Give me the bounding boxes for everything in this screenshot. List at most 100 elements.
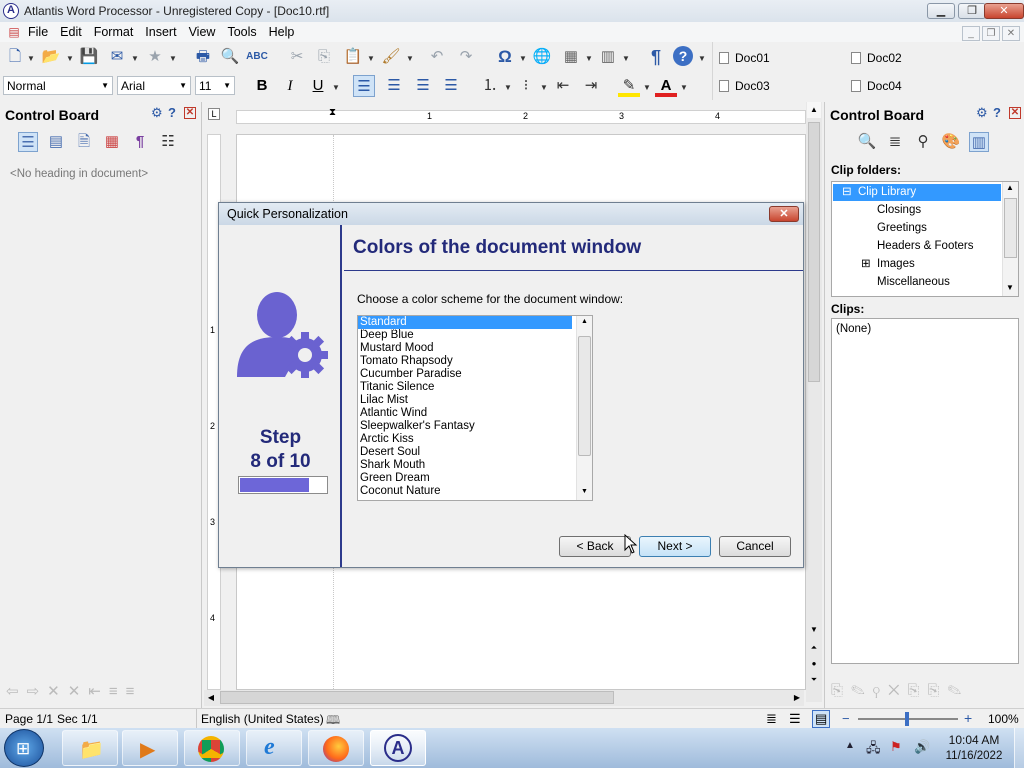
- zoom-slider-thumb[interactable]: [905, 712, 909, 726]
- help-icon[interactable]: ?: [993, 105, 1001, 120]
- outline-view-icon[interactable]: ▤: [46, 132, 66, 152]
- mdi-close-button[interactable]: ✕: [1002, 26, 1020, 41]
- show-formatting-icon[interactable]: ¶: [645, 46, 667, 68]
- clock-date[interactable]: 11/16/2022: [942, 750, 1006, 762]
- color-scheme-option[interactable]: Desert Soul: [358, 446, 572, 459]
- tree-item-closings[interactable]: Closings: [877, 202, 921, 218]
- taskbar-firefox[interactable]: [308, 730, 364, 766]
- color-scheme-option[interactable]: Arctic Kiss: [358, 433, 572, 446]
- favorites-star-icon[interactable]: ★: [144, 46, 166, 68]
- binoculars-icon[interactable]: ⚲: [913, 132, 933, 152]
- listbox-scroll-thumb[interactable]: [578, 336, 591, 456]
- tree-scroll-thumb[interactable]: [1004, 198, 1017, 258]
- color-scheme-option[interactable]: Atlantic Wind: [358, 407, 572, 420]
- tree-expander-icon[interactable]: ⊞: [861, 256, 871, 272]
- taskbar-explorer[interactable]: 📁: [62, 730, 118, 766]
- insert-table-icon[interactable]: ▦: [560, 46, 582, 68]
- doc-menu-icon[interactable]: ▤: [4, 22, 24, 42]
- bulleted-list-dropdown-arrow[interactable]: ▼: [540, 83, 548, 92]
- align-center-icon[interactable]: ☰: [383, 75, 405, 97]
- mdi-restore-button[interactable]: ❐: [982, 26, 1000, 41]
- show-desktop-button[interactable]: [1014, 728, 1024, 768]
- bulleted-list-icon[interactable]: ⁝: [515, 75, 537, 97]
- start-button[interactable]: ⊞: [4, 729, 44, 767]
- align-right-icon[interactable]: ☰: [412, 75, 434, 97]
- taskbar-atlantis[interactable]: A: [370, 730, 426, 766]
- tree-scroll-down-arrow[interactable]: ▼: [1006, 283, 1014, 292]
- taskbar-chrome[interactable]: [184, 730, 240, 766]
- tree-item-images[interactable]: Images: [877, 256, 915, 272]
- table-dropdown-arrow[interactable]: ▼: [585, 54, 593, 63]
- next-button[interactable]: Next >: [639, 536, 711, 557]
- listbox-scroll-down-arrow[interactable]: ▼: [581, 488, 588, 495]
- gear-icon[interactable]: ⚙: [976, 105, 988, 121]
- color-scheme-option[interactable]: Deep Blue: [358, 329, 572, 342]
- color-scheme-option[interactable]: Green Dream: [358, 472, 572, 485]
- decrease-indent-icon[interactable]: ⇤: [552, 75, 574, 97]
- action-center-icon[interactable]: ⚑: [890, 739, 902, 755]
- listbox-scroll-up-arrow[interactable]: ▲: [581, 318, 588, 325]
- tab-type-selector[interactable]: L: [208, 108, 220, 120]
- symbol-dropdown-arrow[interactable]: ▼: [519, 54, 527, 63]
- tree-item-clip-library[interactable]: Clip Library: [858, 184, 916, 200]
- headings-view-icon[interactable]: ☰: [18, 132, 38, 152]
- clips-list[interactable]: (None): [831, 318, 1019, 664]
- clips-view-icon[interactable]: ▥: [969, 132, 989, 152]
- font-color-dropdown-arrow[interactable]: ▼: [680, 83, 688, 92]
- increase-indent-icon[interactable]: ⇥: [580, 75, 602, 97]
- scroll-down-arrow[interactable]: ▼: [807, 622, 821, 638]
- help-icon[interactable]: ?: [673, 46, 693, 66]
- font-combo[interactable]: Arial ▼: [117, 76, 191, 95]
- menu-format[interactable]: Format: [88, 22, 140, 42]
- scroll-up-arrow[interactable]: ▲: [807, 102, 821, 118]
- gear-icon[interactable]: ⚙: [151, 105, 163, 121]
- insert-symbol-icon[interactable]: Ω: [494, 46, 516, 68]
- style-combo[interactable]: Normal ▼: [3, 76, 113, 95]
- page-view-icon[interactable]: 🗎: [74, 132, 94, 152]
- bold-button[interactable]: B: [251, 75, 273, 97]
- clip-folders-tree[interactable]: ⊟ Clip Library Closings Greetings Header…: [831, 181, 1019, 297]
- dialog-close-button[interactable]: ✕: [769, 206, 799, 222]
- vertical-scrollbar[interactable]: ▲ ▼ ⏶ ● ⏷: [806, 102, 822, 702]
- close-panel-icon[interactable]: ✕: [184, 107, 196, 119]
- network-icon[interactable]: 🖧: [866, 739, 881, 761]
- new-document-icon[interactable]: 🗋: [4, 46, 26, 68]
- cancel-button[interactable]: Cancel: [719, 536, 791, 557]
- listbox-scrollbar[interactable]: ▲ ▼: [576, 316, 592, 500]
- email-dropdown-arrow[interactable]: ▼: [131, 54, 139, 63]
- cut-icon[interactable]: ✂: [286, 46, 308, 68]
- volume-icon[interactable]: 🔊: [914, 739, 930, 755]
- list-view-icon[interactable]: ☷: [158, 132, 178, 152]
- print-icon[interactable]: 🖶: [192, 46, 214, 68]
- bookmarks-icon[interactable]: ▦: [102, 132, 122, 152]
- tree-expander-icon[interactable]: ⊟: [842, 184, 852, 200]
- previous-page-icon[interactable]: ⏶: [807, 640, 821, 656]
- highlight-dropdown-arrow[interactable]: ▼: [643, 83, 651, 92]
- color-scheme-option[interactable]: Cucumber Paradise: [358, 368, 572, 381]
- color-scheme-option[interactable]: Coconut Nature: [358, 485, 572, 498]
- favorites-dropdown-arrow[interactable]: ▼: [169, 54, 177, 63]
- color-scheme-option[interactable]: Titanic Silence: [358, 381, 572, 394]
- mdi-minimize-button[interactable]: _: [962, 26, 980, 41]
- menu-help[interactable]: Help: [263, 22, 301, 42]
- tray-expand-icon[interactable]: ▲: [845, 740, 855, 751]
- highlight-icon[interactable]: ✎: [618, 75, 640, 97]
- color-scheme-listbox[interactable]: Standard Deep Blue Mustard Mood Tomato Rhap…: [357, 315, 593, 501]
- color-scheme-option[interactable]: Standard: [358, 316, 573, 330]
- font-color-icon[interactable]: A: [655, 75, 677, 97]
- draft-view-icon[interactable]: ≣: [766, 711, 777, 727]
- next-page-icon[interactable]: ⏷: [807, 672, 821, 688]
- doc-tab-doc03[interactable]: Doc03: [719, 79, 770, 93]
- scroll-right-arrow[interactable]: ▶: [790, 690, 804, 706]
- close-panel-icon[interactable]: ✕: [1009, 107, 1021, 119]
- new-dropdown-arrow[interactable]: ▼: [27, 54, 35, 63]
- color-scheme-option[interactable]: Mustard Mood: [358, 342, 572, 355]
- undo-icon[interactable]: ↶: [426, 46, 448, 68]
- color-scheme-option[interactable]: Shark Mouth: [358, 459, 572, 472]
- open-folder-icon[interactable]: 📂: [40, 46, 62, 68]
- numbered-list-dropdown-arrow[interactable]: ▼: [504, 83, 512, 92]
- color-scheme-option[interactable]: Lilac Mist: [358, 394, 572, 407]
- menu-edit[interactable]: Edit: [54, 22, 88, 42]
- back-button[interactable]: < Back: [559, 536, 631, 557]
- underline-button[interactable]: U: [307, 75, 329, 97]
